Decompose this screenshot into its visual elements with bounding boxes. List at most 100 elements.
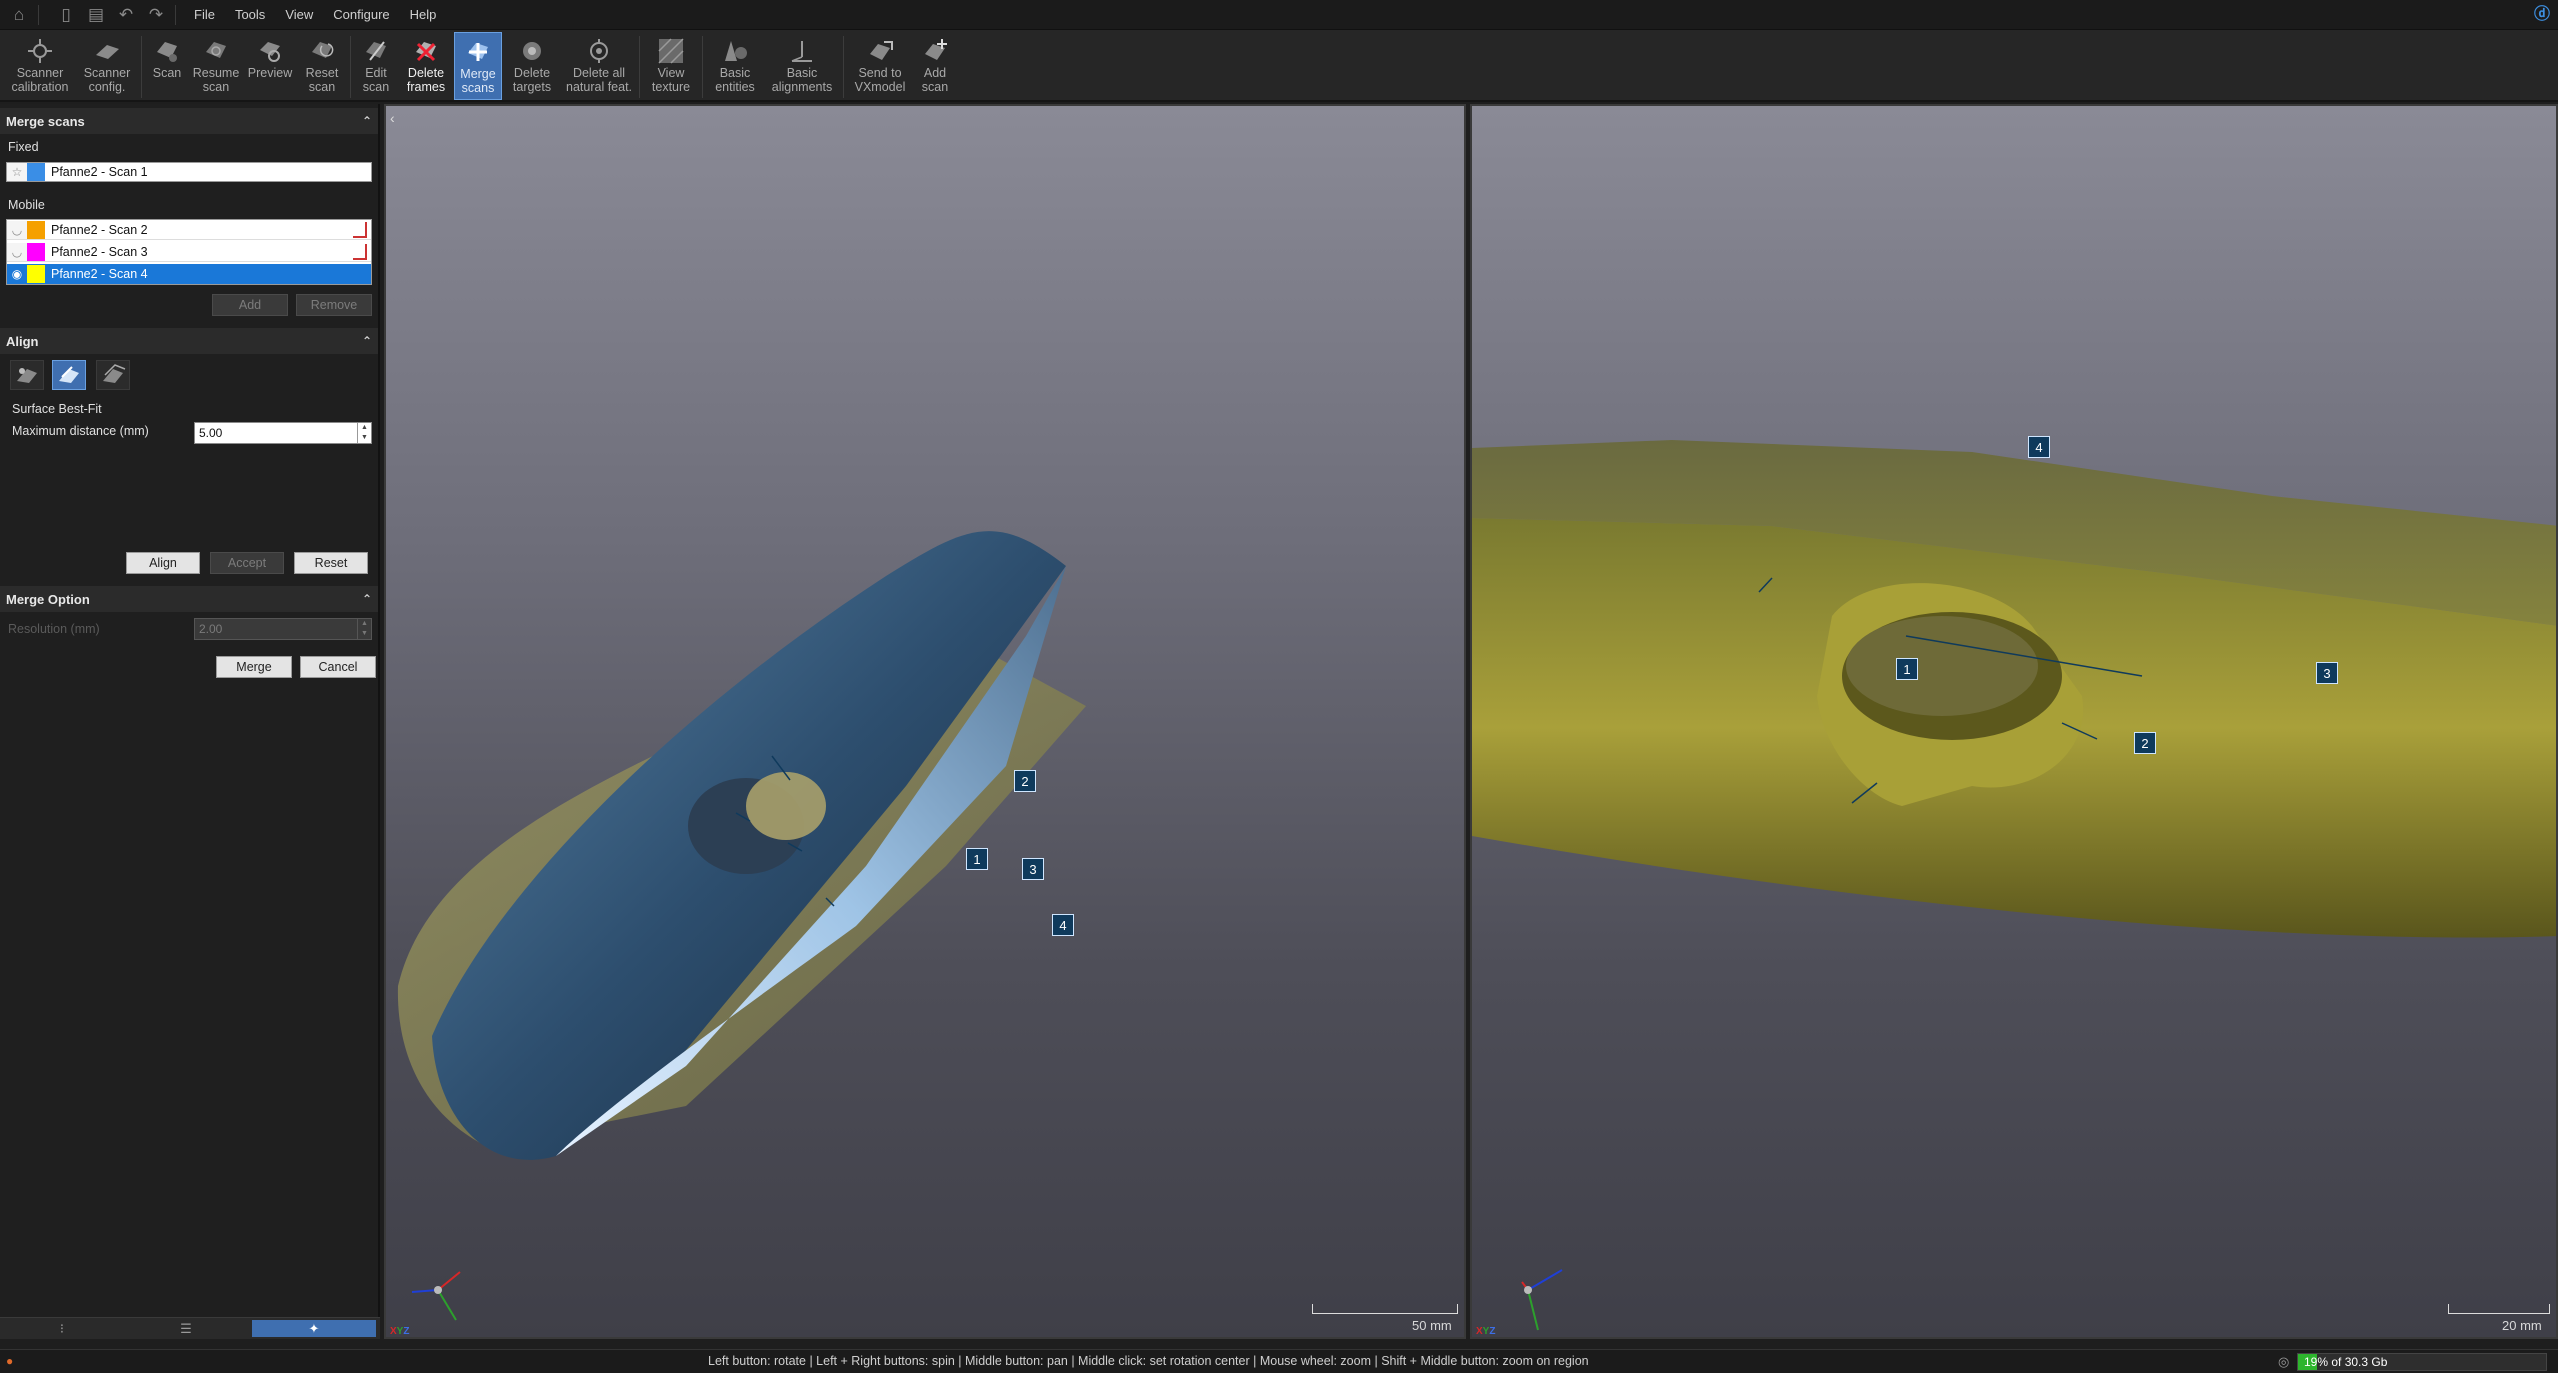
delete-natural-features-button[interactable]: Delete all natural feat.: [562, 32, 636, 100]
target-marker-2[interactable]: 2: [2134, 732, 2156, 754]
scale-label: 20 mm: [2502, 1318, 2542, 1333]
separator: [350, 36, 351, 98]
mobile-scan-row-selected[interactable]: ◉ Pfanne2 - Scan 4: [7, 264, 371, 284]
send-to-vxmodel-button[interactable]: Send to VXmodel: [847, 32, 913, 100]
viewport-left[interactable]: ‹ 1 2 3 4 XYZ 50 mm: [384, 104, 1466, 1339]
menu-configure[interactable]: Configure: [323, 0, 399, 30]
scan-button[interactable]: Scan: [145, 32, 189, 100]
mobile-scans-list: ◡ Pfanne2 - Scan 2 ◡ Pfanne2 - Scan 3 ◉ …: [6, 219, 372, 285]
save-icon[interactable]: ▤: [85, 4, 107, 26]
tab-tools[interactable]: ✦: [252, 1320, 376, 1337]
fixed-label: Fixed: [8, 140, 39, 154]
merge-option-header[interactable]: Merge Option ⌃: [0, 586, 378, 612]
delete-natural-features-icon: [584, 36, 614, 66]
target-marker-4[interactable]: 4: [1052, 914, 1074, 936]
align-tool-manual[interactable]: [96, 360, 130, 390]
merge-scans-button[interactable]: Merge scans: [454, 32, 502, 100]
collapse-icon[interactable]: ⌃: [362, 592, 372, 606]
scale-bar: [1312, 1304, 1458, 1314]
spinner[interactable]: ▲ ▼: [357, 619, 371, 639]
redo-icon[interactable]: ↷: [145, 4, 167, 26]
scanner-calibration-icon: [25, 36, 55, 66]
visibility-icon[interactable]: ◉: [7, 265, 27, 283]
delete-frames-button[interactable]: Delete frames: [398, 32, 454, 100]
cancel-button[interactable]: Cancel: [300, 656, 376, 678]
lock-icon[interactable]: [353, 266, 367, 282]
undo-icon[interactable]: ↶: [115, 4, 137, 26]
preview-icon: [255, 36, 285, 66]
new-file-icon[interactable]: ▯: [55, 4, 77, 26]
scan-icon: [152, 36, 182, 66]
reset-scan-button[interactable]: Reset scan: [297, 32, 347, 100]
separator: [639, 36, 640, 98]
target-marker-4[interactable]: 4: [2028, 436, 2050, 458]
lock-icon[interactable]: [353, 221, 367, 238]
collapse-icon[interactable]: ⌃: [362, 334, 372, 348]
resume-scan-button[interactable]: Resume scan: [189, 32, 243, 100]
visibility-icon[interactable]: ◡: [7, 220, 27, 239]
menu-tools[interactable]: Tools: [225, 0, 275, 30]
delete-targets-button[interactable]: Delete targets: [502, 32, 562, 100]
target-marker-2[interactable]: 2: [1014, 770, 1036, 792]
mobile-scan-row[interactable]: ◡ Pfanne2 - Scan 2: [7, 220, 371, 240]
manual-align-icon: [103, 364, 126, 383]
menu-help[interactable]: Help: [400, 0, 447, 30]
add-button[interactable]: Add: [212, 294, 288, 316]
view-texture-icon: [656, 36, 686, 66]
mobile-scan-row[interactable]: ◡ Pfanne2 - Scan 3: [7, 242, 371, 262]
merge-scans-header[interactable]: Merge scans ⌃: [0, 108, 378, 134]
align-header[interactable]: Align ⌃: [0, 328, 378, 354]
target-marker-1[interactable]: 1: [1896, 658, 1918, 680]
menu-file[interactable]: File: [184, 0, 225, 30]
reset-button[interactable]: Reset: [294, 552, 368, 574]
preview-button[interactable]: Preview: [243, 32, 297, 100]
send-to-vxmodel-icon: [865, 36, 895, 66]
visibility-icon[interactable]: ☆: [7, 163, 27, 181]
target-marker-3[interactable]: 3: [2316, 662, 2338, 684]
merge-scans-title: Merge scans: [6, 113, 85, 129]
merge-button[interactable]: Merge: [216, 656, 292, 678]
scan-color-swatch: [27, 220, 45, 239]
tab-list[interactable]: ☰: [124, 1318, 248, 1339]
scan-name: Pfanne2 - Scan 4: [51, 267, 148, 281]
merge-option-title: Merge Option: [6, 591, 90, 607]
edit-scan-button[interactable]: Edit scan: [354, 32, 398, 100]
menu-bar: ⌂ ▯ ▤ ↶ ↷ File Tools View Configure Help…: [0, 0, 2558, 30]
max-distance-input[interactable]: 5.00 ▲ ▼: [194, 422, 372, 444]
basic-entities-button[interactable]: Basic entities: [706, 32, 764, 100]
edit-scan-icon: [361, 36, 391, 66]
separator: [702, 36, 703, 98]
view-texture-button[interactable]: View texture: [643, 32, 699, 100]
help-icon[interactable]: ⓓ: [2532, 5, 2552, 25]
separator: [175, 4, 176, 25]
resolution-input[interactable]: 2.00 ▲ ▼: [194, 618, 372, 640]
collapse-icon[interactable]: ⌃: [362, 114, 372, 128]
align-tool-features[interactable]: [10, 360, 44, 390]
status-icon: ●: [6, 1354, 14, 1368]
feature-align-icon: [17, 368, 37, 383]
scanner-calibration-button[interactable]: Scanner calibration: [4, 32, 76, 100]
scale-bar: [2448, 1304, 2550, 1314]
add-scan-icon: [920, 36, 950, 66]
accept-button[interactable]: Accept: [210, 552, 284, 574]
scanner-config-button[interactable]: Scanner config.: [76, 32, 138, 100]
separator: [38, 4, 39, 25]
align-tool-surface-best-fit[interactable]: [52, 360, 86, 390]
scan-color-swatch: [27, 163, 45, 181]
mobile-label: Mobile: [8, 198, 45, 212]
merge-scans-icon: [463, 37, 493, 67]
tab-tree[interactable]: ⁝: [0, 1318, 124, 1339]
lock-icon[interactable]: [353, 243, 367, 260]
viewport-right[interactable]: 1 2 3 4 XYZ 20 mm: [1470, 104, 2558, 1339]
add-scan-button[interactable]: Add scan: [913, 32, 957, 100]
remove-button[interactable]: Remove: [296, 294, 372, 316]
menu-view[interactable]: View: [275, 0, 323, 30]
target-marker-1[interactable]: 1: [966, 848, 988, 870]
visibility-icon[interactable]: ◡: [7, 242, 27, 261]
home-icon[interactable]: ⌂: [8, 4, 30, 26]
spinner[interactable]: ▲ ▼: [357, 423, 371, 443]
basic-alignments-button[interactable]: Basic alignments: [764, 32, 840, 100]
target-marker-3[interactable]: 3: [1022, 858, 1044, 880]
align-button[interactable]: Align: [126, 552, 200, 574]
fixed-scan-row[interactable]: ☆ Pfanne2 - Scan 1: [6, 162, 372, 182]
